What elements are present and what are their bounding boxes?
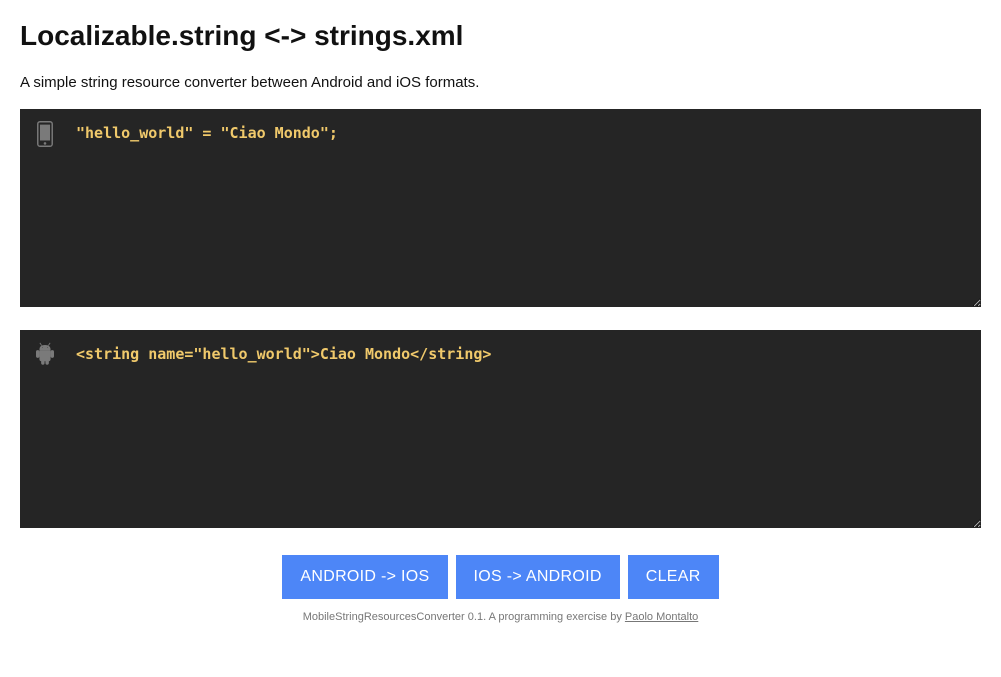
ios-input-wrapper <box>20 109 981 312</box>
button-row: ANDROID -> IOS IOS -> ANDROID CLEAR <box>20 555 981 599</box>
footer-prefix: MobileStringResourcesConverter 0.1. A pr… <box>303 611 625 623</box>
clear-button[interactable]: CLEAR <box>628 555 719 599</box>
android-input-wrapper <box>20 330 981 533</box>
page-title: Localizable.string <-> strings.xml <box>20 20 981 52</box>
android-textarea[interactable] <box>20 330 981 528</box>
footer-text: MobileStringResourcesConverter 0.1. A pr… <box>20 611 981 623</box>
android-to-ios-button[interactable]: ANDROID -> IOS <box>282 555 447 599</box>
ios-textarea[interactable] <box>20 109 981 307</box>
ios-to-android-button[interactable]: IOS -> ANDROID <box>456 555 620 599</box>
page-subtitle: A simple string resource converter betwe… <box>20 74 981 91</box>
footer-author-link[interactable]: Paolo Montalto <box>625 611 698 623</box>
